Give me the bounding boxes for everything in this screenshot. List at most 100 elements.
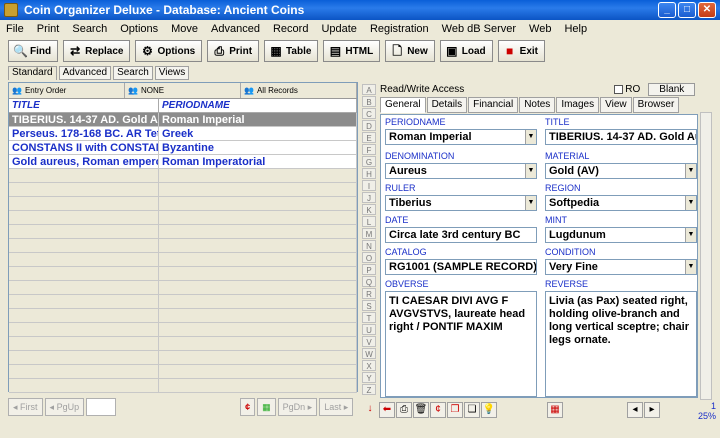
- menu-print[interactable]: Print: [37, 23, 60, 35]
- chevron-down-icon[interactable]: ▼: [685, 228, 696, 242]
- chevron-down-icon[interactable]: ▼: [525, 196, 536, 210]
- alpha-w[interactable]: W: [362, 348, 376, 359]
- table-button[interactable]: ▦ Table: [264, 40, 319, 62]
- image-icon[interactable]: ▦: [547, 402, 563, 418]
- chevron-down-icon[interactable]: ▼: [525, 164, 536, 178]
- menu-record[interactable]: Record: [273, 23, 308, 35]
- find-button[interactable]: 🔍 Find: [8, 40, 59, 62]
- copy-icon[interactable]: ❐: [447, 402, 463, 418]
- replace-button[interactable]: ⇄ Replace: [63, 40, 131, 62]
- form-scrollbar[interactable]: [700, 112, 712, 400]
- grid-icon-button[interactable]: ▦: [257, 398, 276, 416]
- tab-views[interactable]: Views: [154, 66, 190, 80]
- menu-advanced[interactable]: Advanced: [211, 23, 260, 35]
- tab-view[interactable]: View: [600, 97, 632, 113]
- filter-all-records[interactable]: 👥 All Records: [241, 83, 357, 98]
- close-button[interactable]: ✕: [698, 2, 716, 18]
- date-field[interactable]: Circa late 3rd century BC: [385, 227, 537, 243]
- blank-button[interactable]: Blank: [648, 82, 696, 96]
- tab-general[interactable]: General: [380, 97, 426, 113]
- alpha-q[interactable]: Q: [362, 276, 376, 287]
- menu-file[interactable]: File: [6, 23, 24, 35]
- delete-record-button[interactable]: ¢: [240, 398, 256, 416]
- bulb-icon[interactable]: 💡: [481, 402, 497, 418]
- alpha-v[interactable]: V: [362, 336, 376, 347]
- alpha-p[interactable]: P: [362, 264, 376, 275]
- print-icon[interactable]: ⎙: [396, 402, 412, 418]
- next-record-icon[interactable]: ▸: [644, 402, 660, 418]
- chevron-down-icon[interactable]: ▼: [685, 260, 696, 274]
- alpha-k[interactable]: K: [362, 204, 376, 215]
- mint-field[interactable]: Lugdunum ▼: [545, 227, 697, 243]
- alpha-c[interactable]: C: [362, 108, 376, 119]
- obverse-textarea[interactable]: TI CAESAR DIVI AVG F AVGVSTVS, laureate …: [385, 291, 537, 397]
- alpha-b[interactable]: B: [362, 96, 376, 107]
- column-title[interactable]: TITLE: [9, 99, 159, 112]
- table-row[interactable]: Gold aureus, Roman emperor Roman Imperat…: [9, 155, 357, 169]
- load-button[interactable]: ▣ Load: [439, 40, 493, 62]
- region-field[interactable]: Softpedia ▼: [545, 195, 697, 211]
- alpha-s[interactable]: S: [362, 300, 376, 311]
- tab-details[interactable]: Details: [426, 97, 468, 113]
- pgdn-button[interactable]: PgDn ▸: [277, 398, 318, 416]
- alpha-i[interactable]: I: [362, 180, 376, 191]
- alpha-n[interactable]: N: [362, 240, 376, 251]
- last-button[interactable]: Last ▸: [319, 398, 354, 416]
- options-button[interactable]: ⚙ Options: [135, 40, 203, 62]
- pgup-button[interactable]: ◂ PgUp: [44, 398, 85, 416]
- chevron-down-icon[interactable]: ▼: [525, 130, 536, 144]
- menu-help[interactable]: Help: [564, 23, 587, 35]
- menu-web[interactable]: Web: [529, 23, 551, 35]
- trash-icon[interactable]: 🗑: [413, 402, 429, 418]
- exit-button[interactable]: ■ Exit: [497, 40, 545, 62]
- alpha-y[interactable]: Y: [362, 372, 376, 383]
- delete-icon[interactable]: ¢: [430, 402, 446, 418]
- menu-search[interactable]: Search: [72, 23, 107, 35]
- new-button[interactable]: 🗋 New: [385, 40, 435, 62]
- table-row[interactable]: Perseus. 178-168 BC. AR Tetrad Greek: [9, 127, 357, 141]
- alpha-r[interactable]: R: [362, 288, 376, 299]
- alpha-a[interactable]: A: [362, 84, 376, 95]
- chevron-down-icon[interactable]: ▼: [685, 164, 696, 178]
- prev-record-icon[interactable]: ◂: [627, 402, 643, 418]
- minimize-button[interactable]: _: [658, 2, 676, 18]
- condition-field[interactable]: Very Fine ▼: [545, 259, 697, 275]
- menu-move[interactable]: Move: [171, 23, 198, 35]
- tab-browser[interactable]: Browser: [632, 97, 680, 113]
- title-field[interactable]: TIBERIUS. 14-37 AD. Gold Aureus: [545, 129, 697, 145]
- alpha-t[interactable]: T: [362, 312, 376, 323]
- column-periodname[interactable]: PERIODNAME: [159, 99, 357, 112]
- sort-entry-order[interactable]: 👥 Entry Order: [9, 83, 125, 98]
- alpha-z[interactable]: Z: [362, 384, 376, 395]
- denomination-field[interactable]: Aureus ▼: [385, 163, 537, 179]
- paste-icon[interactable]: ❏: [464, 402, 480, 418]
- html-button[interactable]: ▤ HTML: [323, 40, 381, 62]
- alpha-h[interactable]: H: [362, 168, 376, 179]
- catalog-field[interactable]: RG1001 (SAMPLE RECORD): [385, 259, 537, 275]
- alpha-j[interactable]: J: [362, 192, 376, 203]
- material-field[interactable]: Gold (AV) ▼: [545, 163, 697, 179]
- alpha-u[interactable]: U: [362, 324, 376, 335]
- table-row[interactable]: TIBERIUS. 14-37 AD. Gold Aureus Roman Im…: [9, 113, 357, 127]
- back-arrow-icon[interactable]: ⬅: [379, 402, 395, 418]
- alpha-e[interactable]: E: [362, 132, 376, 143]
- alpha-g[interactable]: G: [362, 156, 376, 167]
- menu-registration[interactable]: Registration: [370, 23, 429, 35]
- tab-search[interactable]: Search: [113, 66, 153, 80]
- alpha-x[interactable]: X: [362, 360, 376, 371]
- menu-update[interactable]: Update: [321, 23, 356, 35]
- menu-options[interactable]: Options: [120, 23, 158, 35]
- tab-notes[interactable]: Notes: [519, 97, 556, 113]
- menu-web-db-server[interactable]: Web dB Server: [442, 23, 516, 35]
- table-row[interactable]: CONSTANS II with CONSTANTINE Byzantine: [9, 141, 357, 155]
- periodname-field[interactable]: Roman Imperial ▼: [385, 129, 537, 145]
- first-button[interactable]: ◂ First: [8, 398, 43, 416]
- ro-checkbox[interactable]: [614, 84, 624, 94]
- record-number-input[interactable]: [86, 398, 117, 416]
- alpha-d[interactable]: D: [362, 120, 376, 131]
- down-arrow-icon[interactable]: ↓: [362, 402, 378, 418]
- maximize-button[interactable]: □: [678, 2, 696, 18]
- ruler-field[interactable]: Tiberius ▼: [385, 195, 537, 211]
- tab-financial[interactable]: Financial: [468, 97, 519, 113]
- print-button[interactable]: ⎙ Print: [207, 40, 260, 62]
